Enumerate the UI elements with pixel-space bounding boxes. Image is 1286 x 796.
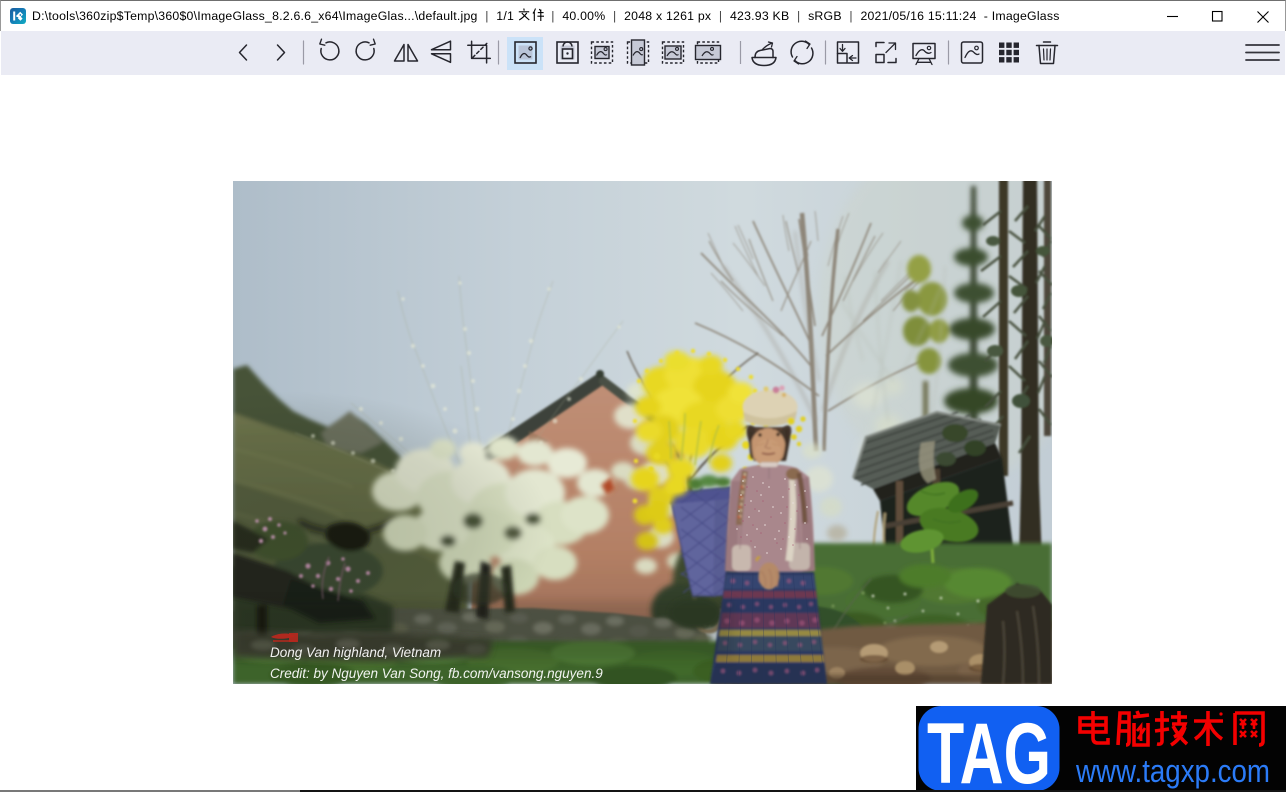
svg-text:TAG: TAG [927, 706, 1051, 791]
svg-text:www.tagxp.com: www.tagxp.com [1075, 753, 1270, 789]
svg-text:Credit: by Nguyen Van Song, fb: Credit: by Nguyen Van Song, fb.com/vanso… [270, 666, 603, 681]
svg-text:Dong Van highland, Vietnam: Dong Van highland, Vietnam [270, 645, 441, 660]
